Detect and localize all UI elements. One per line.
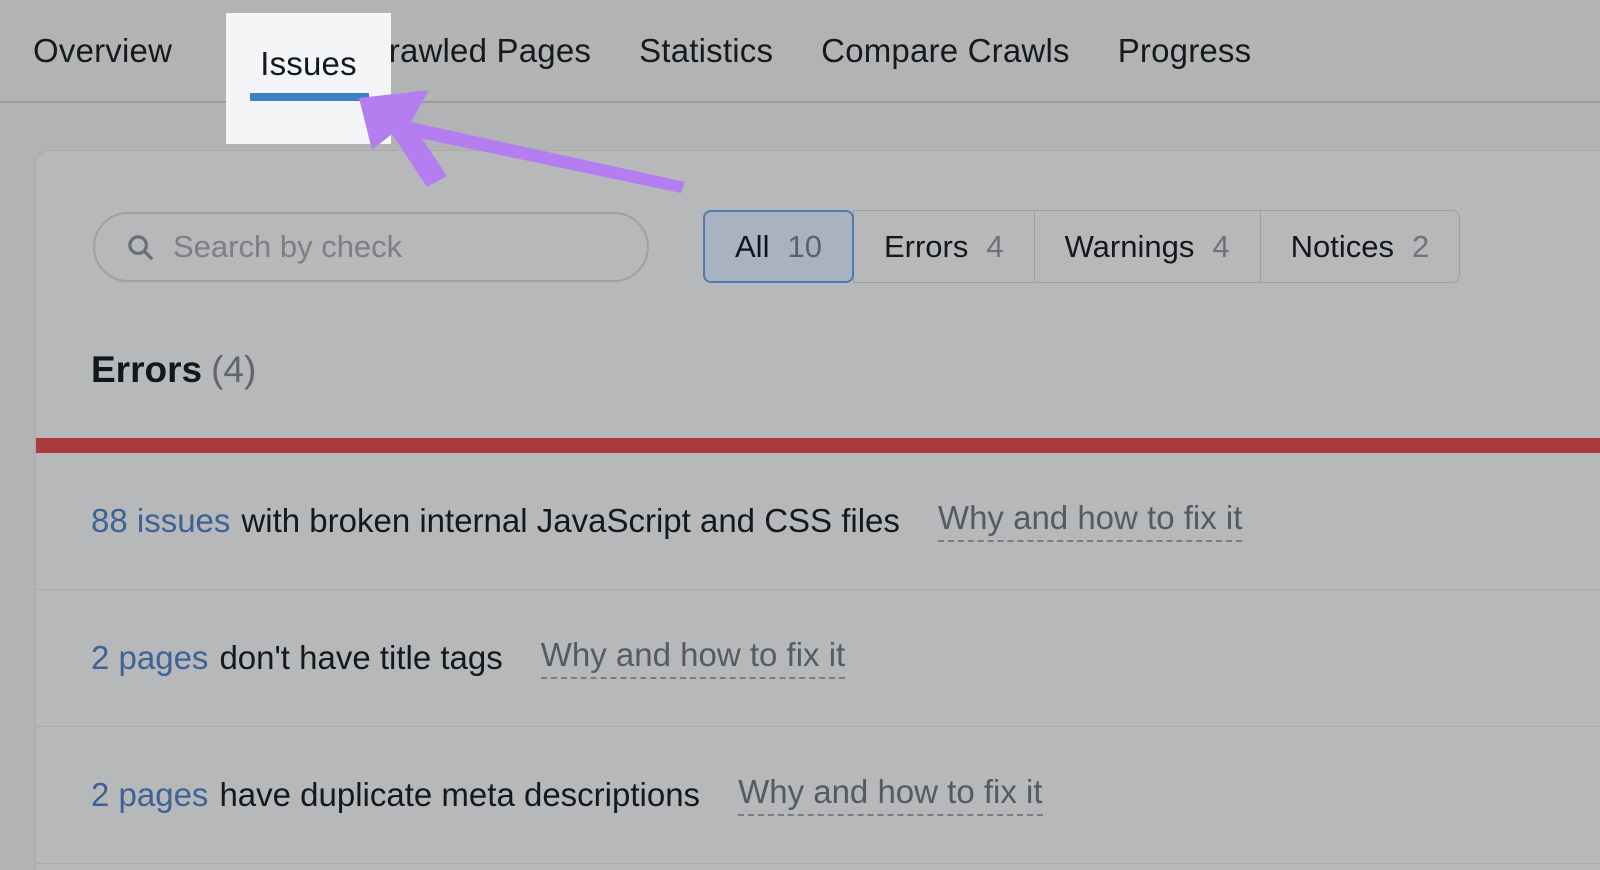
tab-statistics-label: Statistics: [639, 31, 774, 69]
section-title: Errors: [91, 349, 203, 390]
errors-section-heading: Errors (4): [91, 349, 256, 391]
tab-overview-label: Overview: [33, 31, 173, 69]
filter-warnings-label: Warnings: [1064, 228, 1195, 264]
why-and-how-to-fix-it-link[interactable]: Why and how to fix it: [937, 501, 1243, 542]
search-input[interactable]: [173, 228, 603, 265]
tab-active-underline: [250, 93, 369, 101]
tab-overview[interactable]: Overview: [33, 0, 196, 102]
filter-notices-count: 2: [1412, 228, 1430, 264]
issues-panel-card: All 10 Errors 4 Warnings 4 Notices 2 Err…: [35, 150, 1600, 870]
table-row[interactable]: 2 pages have duplicate meta descriptions…: [36, 727, 1600, 864]
search-icon: [128, 234, 153, 260]
tab-issues[interactable]: Issues: [226, 13, 391, 144]
issue-description: have duplicate meta descriptions: [219, 776, 701, 813]
issues-toolbar: All 10 Errors 4 Warnings 4 Notices 2: [93, 210, 1461, 283]
tab-progress-label: Progress: [1117, 31, 1252, 69]
filter-errors-count: 4: [986, 228, 1004, 264]
why-and-how-to-fix-it-link[interactable]: Why and how to fix it: [738, 775, 1043, 816]
filter-all[interactable]: All 10: [703, 210, 854, 283]
tab-crawled-pages-label: Crawled Pages: [364, 31, 592, 69]
tab-issues-label: Issues: [260, 45, 357, 82]
tab-compare-crawls-label: Compare Crawls: [821, 31, 1070, 69]
filter-notices-label: Notices: [1290, 228, 1394, 264]
filter-all-label: All: [735, 228, 770, 264]
why-and-how-to-fix-it-link[interactable]: Why and how to fix it: [540, 638, 846, 679]
filter-all-count: 10: [787, 228, 822, 264]
issue-count-link[interactable]: 88 issues: [91, 502, 230, 540]
error-severity-bar: [36, 438, 1600, 453]
issue-count-link[interactable]: 2 pages: [91, 639, 208, 677]
tab-progress[interactable]: Progress: [1094, 0, 1276, 102]
filter-warnings-count: 4: [1212, 228, 1230, 264]
tab-compare-crawls[interactable]: Compare Crawls: [797, 0, 1094, 102]
issue-list: 88 issues with broken internal JavaScrip…: [36, 453, 1600, 864]
filter-notices[interactable]: Notices 2: [1260, 210, 1461, 283]
issue-description: don't have title tags: [219, 639, 503, 676]
filter-warnings[interactable]: Warnings 4: [1034, 210, 1261, 283]
filter-errors[interactable]: Errors 4: [852, 210, 1035, 283]
tab-statistics[interactable]: Statistics: [615, 0, 797, 102]
search-box[interactable]: [93, 211, 649, 282]
severity-filter-group: All 10 Errors 4 Warnings 4 Notices 2: [703, 210, 1461, 283]
section-count: (4): [211, 349, 257, 390]
table-row[interactable]: 88 issues with broken internal JavaScrip…: [36, 453, 1600, 590]
table-row[interactable]: 2 pages don't have title tags Why and ho…: [36, 590, 1600, 727]
issue-count-link[interactable]: 2 pages: [91, 776, 208, 814]
filter-errors-label: Errors: [883, 228, 969, 264]
issue-description: with broken internal JavaScript and CSS …: [241, 502, 900, 539]
